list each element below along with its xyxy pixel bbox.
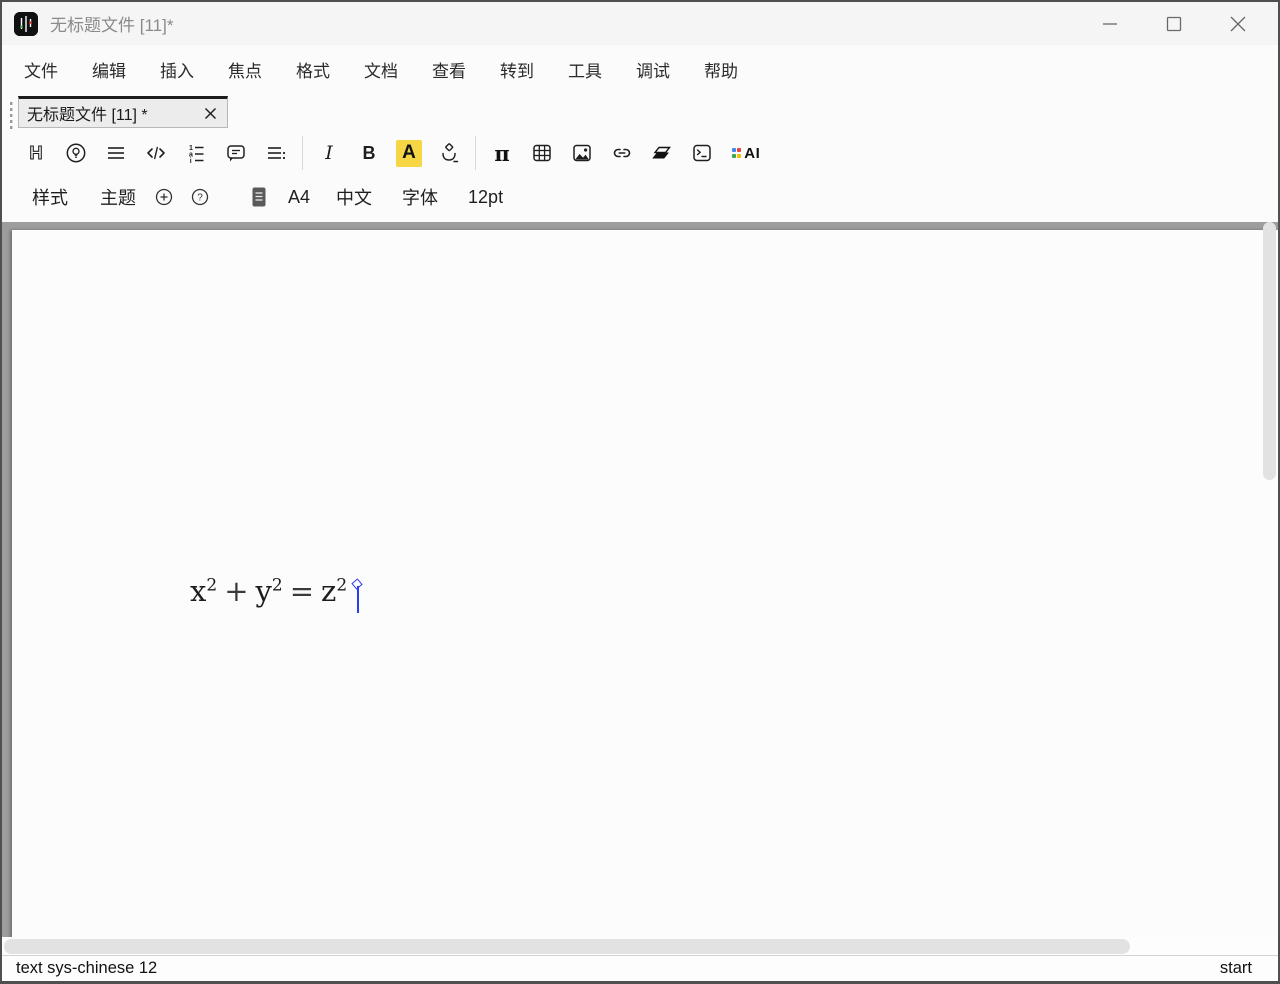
code-block-button[interactable] (142, 139, 170, 167)
tab-bar: 无标题文件 [11] * (2, 93, 1278, 132)
maximize-button[interactable] (1142, 2, 1206, 45)
toolbar-divider (475, 136, 476, 170)
focus-mode-button[interactable] (62, 139, 90, 167)
tab-label: 无标题文件 [11] * (27, 101, 197, 125)
code-icon (144, 141, 168, 165)
svg-text:?: ? (197, 193, 203, 204)
terminal-icon (690, 141, 714, 165)
window-title: 无标题文件 [11]* (50, 11, 173, 36)
line-spacing-button[interactable] (262, 139, 290, 167)
document-canvas: x2+y2=z2 (2, 222, 1278, 955)
insert-link-button[interactable] (608, 139, 636, 167)
italic-icon: I (325, 142, 333, 164)
font-button[interactable]: 字体 (402, 184, 438, 210)
highlight-icon: A (396, 140, 422, 167)
menu-edit[interactable]: 编辑 (92, 57, 126, 82)
link-icon (610, 141, 634, 165)
bold-button[interactable]: B (355, 139, 383, 167)
pi-icon: π (494, 141, 509, 166)
vertical-scrollbar-thumb[interactable] (1263, 222, 1276, 480)
menu-focus[interactable]: 焦点 (228, 57, 262, 82)
menu-tools[interactable]: 工具 (568, 57, 602, 82)
ink-bottle-icon (437, 141, 461, 165)
comment-icon (224, 141, 248, 165)
text-caret (357, 586, 359, 613)
ai-assistant-button[interactable]: AI (728, 139, 764, 167)
table-icon (530, 141, 554, 165)
menu-debug[interactable]: 调试 (636, 57, 670, 82)
ai-dots-icon (732, 148, 742, 158)
title-bar: 无标题文件 [11]* (2, 2, 1278, 45)
language-button[interactable]: 中文 (336, 184, 372, 210)
tab-untitled-file[interactable]: 无标题文件 [11] * (18, 96, 228, 128)
menu-help[interactable]: 帮助 (704, 57, 738, 82)
heading-icon: H (30, 143, 43, 163)
menu-file[interactable]: 文件 (24, 57, 58, 82)
italic-button[interactable]: I (315, 139, 343, 167)
app-logo-icon (14, 12, 38, 36)
close-button[interactable] (1206, 2, 1270, 45)
style-toolbar: 样式 主题 ? A4 (2, 174, 1278, 220)
theme-button[interactable]: 主题 (100, 184, 136, 210)
minimize-button[interactable] (1078, 2, 1142, 45)
ordered-list-icon: 1 a i (184, 141, 208, 165)
tab-close-icon[interactable] (197, 100, 223, 126)
menu-view[interactable]: 查看 (432, 57, 466, 82)
horizontal-scrollbar-thumb[interactable] (4, 939, 1130, 954)
status-format-info: text sys-chinese 12 (16, 959, 157, 978)
menu-format[interactable]: 格式 (296, 57, 330, 82)
insert-image-button[interactable] (568, 139, 596, 167)
marker-wedge-icon (650, 141, 674, 165)
idea-bulb-icon (64, 141, 88, 165)
page-size-button[interactable]: A4 (288, 187, 310, 208)
style-button[interactable]: 样式 (32, 184, 68, 210)
marker-button[interactable] (648, 139, 676, 167)
ink-color-button[interactable] (435, 139, 463, 167)
circle-plus-icon (154, 187, 174, 207)
filled-page-icon (250, 186, 268, 208)
math-formula[interactable]: x2+y2=z2 (190, 574, 347, 608)
lines-icon (104, 141, 128, 165)
status-position-info: start (1220, 959, 1252, 978)
circle-question-icon: ? (190, 187, 210, 207)
highlight-button[interactable]: A (395, 139, 423, 167)
page-layout-button[interactable] (248, 185, 270, 209)
ordered-list-button[interactable]: 1 a i (182, 139, 210, 167)
menu-goto[interactable]: 转到 (500, 57, 534, 82)
toolbar-divider (302, 136, 303, 170)
font-size-button[interactable]: 12pt (468, 187, 503, 208)
bold-icon: B (363, 143, 376, 164)
status-bar: text sys-chinese 12 start (2, 955, 1278, 981)
insert-table-button[interactable] (528, 139, 556, 167)
math-formula-button[interactable]: π (488, 139, 516, 167)
image-icon (570, 141, 594, 165)
window-controls (1078, 2, 1270, 45)
comment-button[interactable] (222, 139, 250, 167)
menu-insert[interactable]: 插入 (160, 57, 194, 82)
paragraph-list-button[interactable] (102, 139, 130, 167)
svg-text:i: i (190, 158, 192, 165)
menu-bar: 文件 编辑 插入 焦点 格式 文档 查看 转到 工具 调试 帮助 (2, 45, 1278, 93)
terminal-button[interactable] (688, 139, 716, 167)
lines-dots-icon (264, 141, 288, 165)
help-button[interactable]: ? (188, 185, 212, 209)
format-toolbar: H 1 (2, 132, 1278, 174)
tabbar-gripper[interactable] (8, 101, 16, 129)
ai-label: AI (744, 145, 760, 162)
menu-document[interactable]: 文档 (364, 57, 398, 82)
zoom-add-button[interactable] (152, 185, 176, 209)
app-window: 无标题文件 [11]* 文件 编辑 插入 焦点 格式 文档 查看 转到 工具 调… (0, 0, 1280, 984)
horizontal-scrollbar-track[interactable] (2, 937, 1278, 955)
heading-button[interactable]: H (22, 139, 50, 167)
